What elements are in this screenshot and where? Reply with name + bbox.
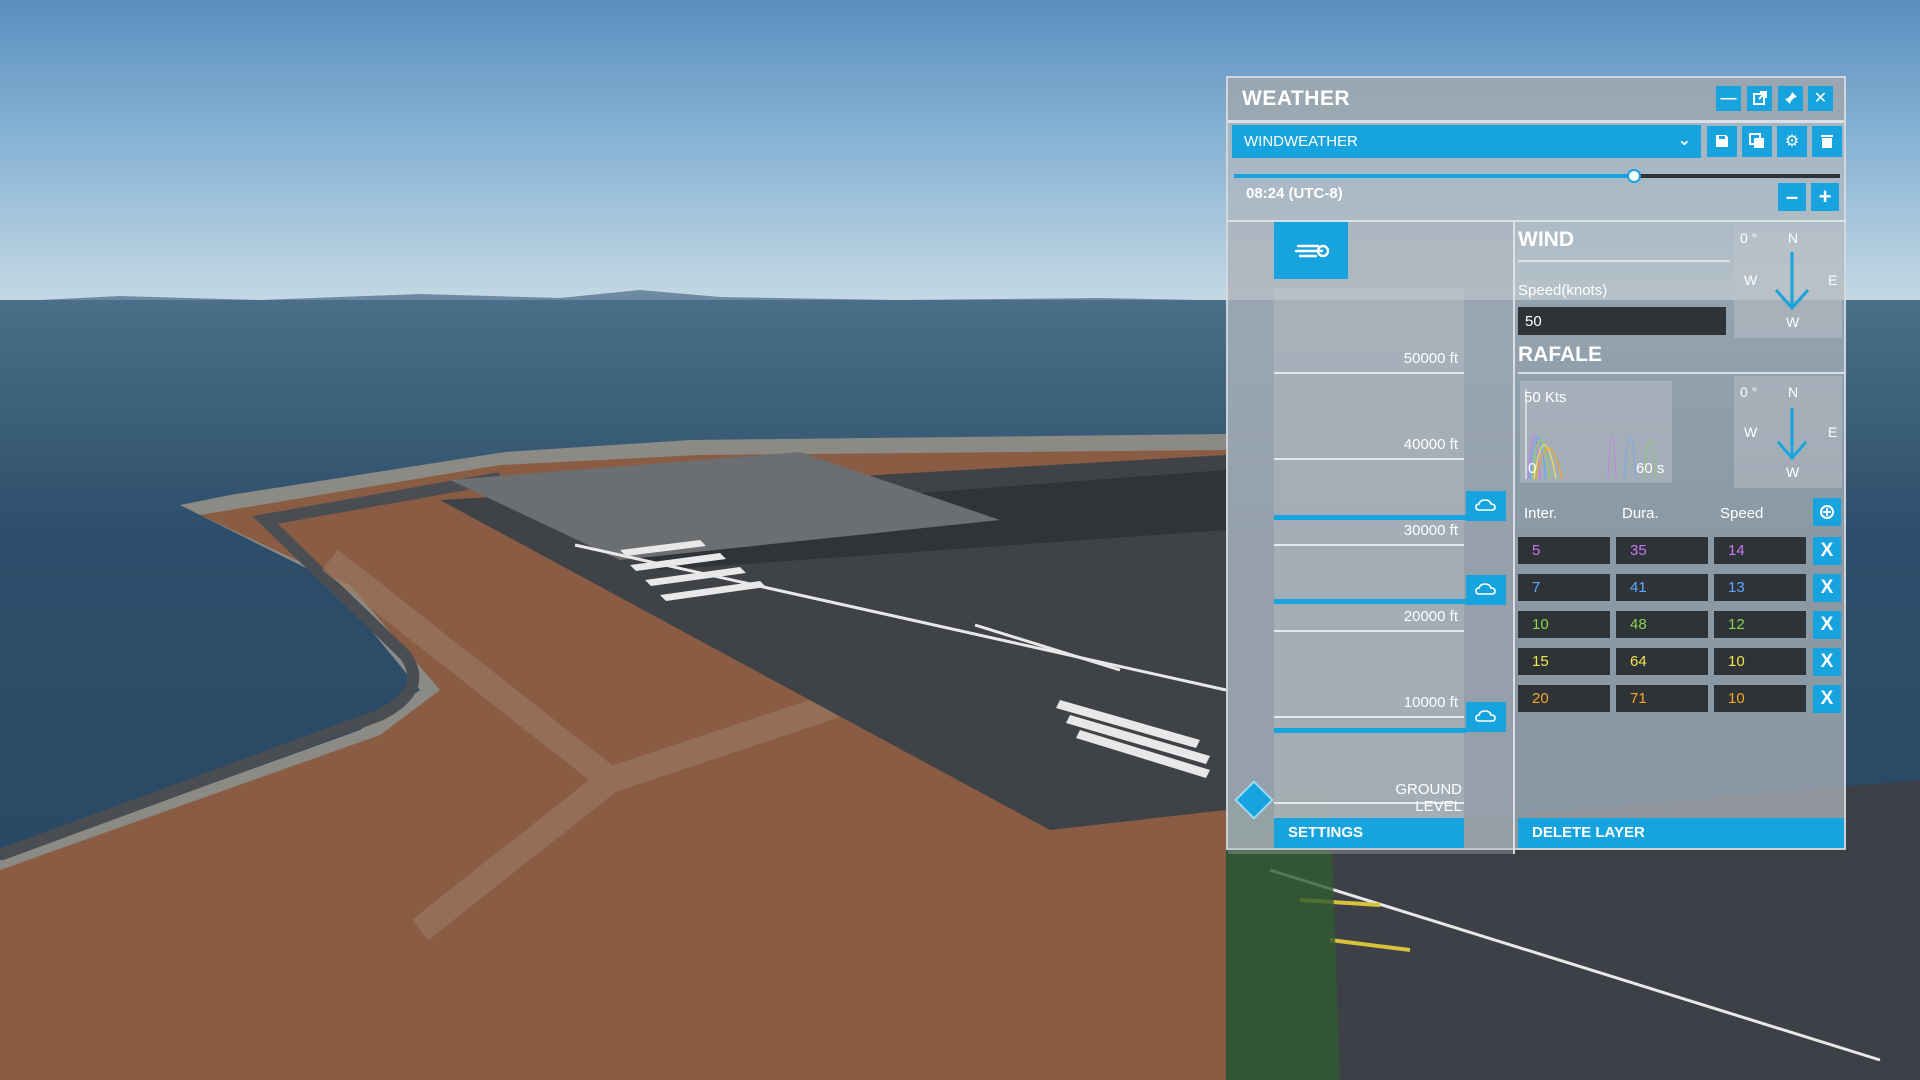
gust-interval-field[interactable]: 20: [1518, 685, 1610, 712]
gust-graph-time-label: 60 s: [1636, 460, 1665, 477]
wind-title-rule: [1518, 260, 1730, 262]
delete-gust-button[interactable]: X: [1813, 611, 1841, 639]
altitude-divider: [1274, 458, 1464, 460]
rafale-title-rule: [1518, 372, 1844, 374]
chevron-down-icon: ⌄: [1677, 132, 1691, 149]
column-header-speed: Speed: [1720, 505, 1764, 522]
preset-settings-button[interactable]: ⚙: [1777, 126, 1807, 157]
gear-icon: ⚙: [1784, 133, 1800, 150]
gust-speed-field[interactable]: 10: [1714, 648, 1806, 675]
save-preset-button[interactable]: [1707, 126, 1737, 157]
delete-gust-button[interactable]: X: [1813, 685, 1841, 713]
add-icon: [1820, 505, 1834, 519]
delete-gust-button[interactable]: X: [1813, 537, 1841, 565]
popout-icon: [1752, 91, 1767, 105]
altitude-divider: [1274, 544, 1464, 546]
altitude-stack[interactable]: [1274, 288, 1464, 828]
delete-gust-button[interactable]: X: [1813, 648, 1841, 676]
gust-interval-field[interactable]: 7: [1518, 574, 1610, 601]
cloud-layer-bar[interactable]: [1274, 599, 1466, 604]
gust-duration-field[interactable]: 41: [1616, 574, 1708, 601]
cloud-layer-button[interactable]: [1466, 491, 1506, 521]
save-icon: [1716, 135, 1728, 147]
altitude-label: 20000 ft: [1403, 608, 1458, 625]
add-gust-button[interactable]: [1813, 498, 1841, 526]
cloud-layer-button[interactable]: [1466, 702, 1506, 732]
weather-panel: WEATHER — ✕ WINDWEATHER ⌄ ⚙ 08:24 (UTC-8…: [1226, 76, 1846, 854]
time-slider[interactable]: [1234, 169, 1840, 183]
minimize-icon: —: [1720, 90, 1737, 107]
gust-graph-origin-label: 0: [1528, 460, 1537, 477]
altitude-label: 50000 ft: [1403, 350, 1458, 367]
time-label: 08:24 (UTC-8): [1246, 185, 1343, 202]
gust-interval-field[interactable]: 5: [1518, 537, 1610, 564]
cloud-icon: [1475, 710, 1496, 722]
cloud-layer-button[interactable]: [1466, 575, 1506, 605]
gust-duration-field[interactable]: 35: [1616, 537, 1708, 564]
wind-arrow-icon: [1774, 252, 1810, 311]
gust-speed-field[interactable]: 14: [1714, 537, 1806, 564]
gust-duration-field[interactable]: 48: [1616, 611, 1708, 638]
wind-direction-compass[interactable]: 0 ° N W E W: [1734, 224, 1842, 338]
gust-speed-field[interactable]: 13: [1714, 574, 1806, 601]
ground-level-label: GROUND LEVEL: [1395, 781, 1462, 815]
altitude-divider: [1274, 716, 1464, 718]
cloud-layer-bar[interactable]: [1274, 515, 1466, 520]
gust-arrow-icon: [1776, 408, 1808, 461]
wind-speed-label: Speed(knots): [1518, 282, 1608, 299]
delete-layer-button[interactable]: DELETE LAYER: [1518, 818, 1844, 848]
gust-graph-max-label: 50 Kts: [1524, 389, 1567, 406]
minus-icon: –: [1785, 184, 1799, 209]
time-slider-thumb[interactable]: [1626, 169, 1641, 183]
wind-section-title: WIND: [1518, 228, 1574, 251]
pin-icon: [1784, 92, 1797, 104]
gust-direction-compass[interactable]: 0 ° N W E W: [1734, 376, 1842, 488]
minimize-button[interactable]: —: [1716, 86, 1741, 111]
plus-icon: +: [1818, 184, 1832, 209]
cloud-icon: [1475, 583, 1496, 595]
time-decrease-button[interactable]: –: [1778, 183, 1806, 211]
gust-interval-field[interactable]: 15: [1518, 648, 1610, 675]
time-slider-fill: [1234, 174, 1634, 178]
rafale-section-title: RAFALE: [1518, 343, 1602, 366]
popout-button[interactable]: [1747, 86, 1772, 111]
preset-dropdown[interactable]: WINDWEATHER ⌄: [1232, 125, 1701, 158]
altitude-label: 30000 ft: [1403, 522, 1458, 539]
panel-title: WEATHER: [1242, 87, 1351, 110]
gust-duration-field[interactable]: 71: [1616, 685, 1708, 712]
panel-titlebar[interactable]: WEATHER — ✕: [1228, 78, 1844, 123]
column-header-duration: Dura.: [1622, 505, 1659, 522]
cloud-layer-bar[interactable]: [1274, 728, 1466, 733]
gust-duration-field[interactable]: 64: [1616, 648, 1708, 675]
altitude-label: 40000 ft: [1403, 436, 1458, 453]
pin-button[interactable]: [1778, 86, 1803, 111]
gust-speed-field[interactable]: 12: [1714, 611, 1806, 638]
wind-layer-tab[interactable]: [1274, 222, 1348, 279]
gust-speed-field[interactable]: 10: [1714, 685, 1806, 712]
altitude-divider: [1274, 630, 1464, 632]
cloud-icon: [1475, 499, 1496, 511]
close-icon: ✕: [1813, 90, 1828, 107]
settings-button[interactable]: SETTINGS: [1274, 818, 1464, 848]
delete-gust-button[interactable]: X: [1813, 574, 1841, 602]
trash-icon: [1821, 135, 1833, 148]
copy-preset-button[interactable]: [1742, 126, 1772, 157]
altitude-divider: [1274, 372, 1464, 374]
wind-icon: [1294, 244, 1330, 258]
time-increase-button[interactable]: +: [1811, 183, 1839, 211]
wind-speed-input[interactable]: [1518, 307, 1726, 335]
preset-selected-value: WINDWEATHER: [1244, 133, 1358, 150]
close-button[interactable]: ✕: [1808, 86, 1833, 111]
altitude-label: 10000 ft: [1403, 694, 1458, 711]
gust-interval-field[interactable]: 10: [1518, 611, 1610, 638]
gust-graph: 50 Kts 0 60 s: [1520, 381, 1672, 483]
delete-preset-button[interactable]: [1812, 126, 1842, 157]
column-header-interval: Inter.: [1524, 505, 1558, 522]
copy-icon: [1749, 133, 1764, 148]
